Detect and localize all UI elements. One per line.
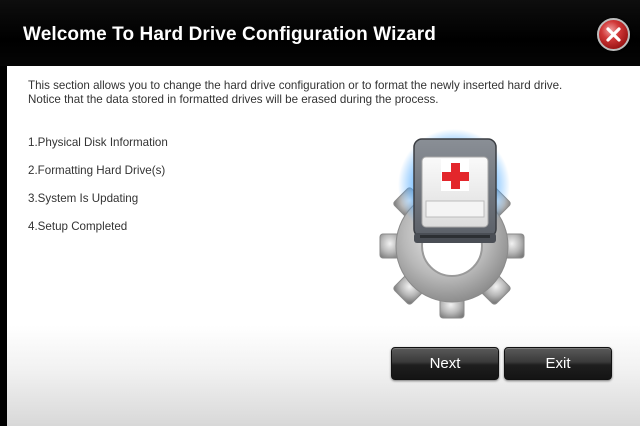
hard-drive-gear-icon [370, 121, 540, 326]
close-button[interactable] [597, 18, 630, 51]
step-item: 4.Setup Completed [28, 220, 128, 233]
title-bar: Welcome To Hard Drive Configuration Wiza… [0, 0, 640, 66]
step-item: 1.Physical Disk Information [28, 136, 168, 149]
step-list: 1.Physical Disk Information 2.Formatting… [28, 136, 168, 248]
window-title: Welcome To Hard Drive Configuration Wiza… [23, 24, 436, 45]
wizard-window: Welcome To Hard Drive Configuration Wiza… [0, 0, 640, 426]
wizard-description: This section allows you to change the ha… [28, 79, 563, 106]
wizard-content: This section allows you to change the ha… [7, 66, 640, 426]
exit-button[interactable]: Exit [504, 347, 612, 380]
next-button[interactable]: Next [391, 347, 499, 380]
step-item: 2.Formatting Hard Drive(s) [28, 164, 166, 177]
step-item: 3.System Is Updating [28, 192, 139, 205]
close-icon [606, 27, 621, 42]
